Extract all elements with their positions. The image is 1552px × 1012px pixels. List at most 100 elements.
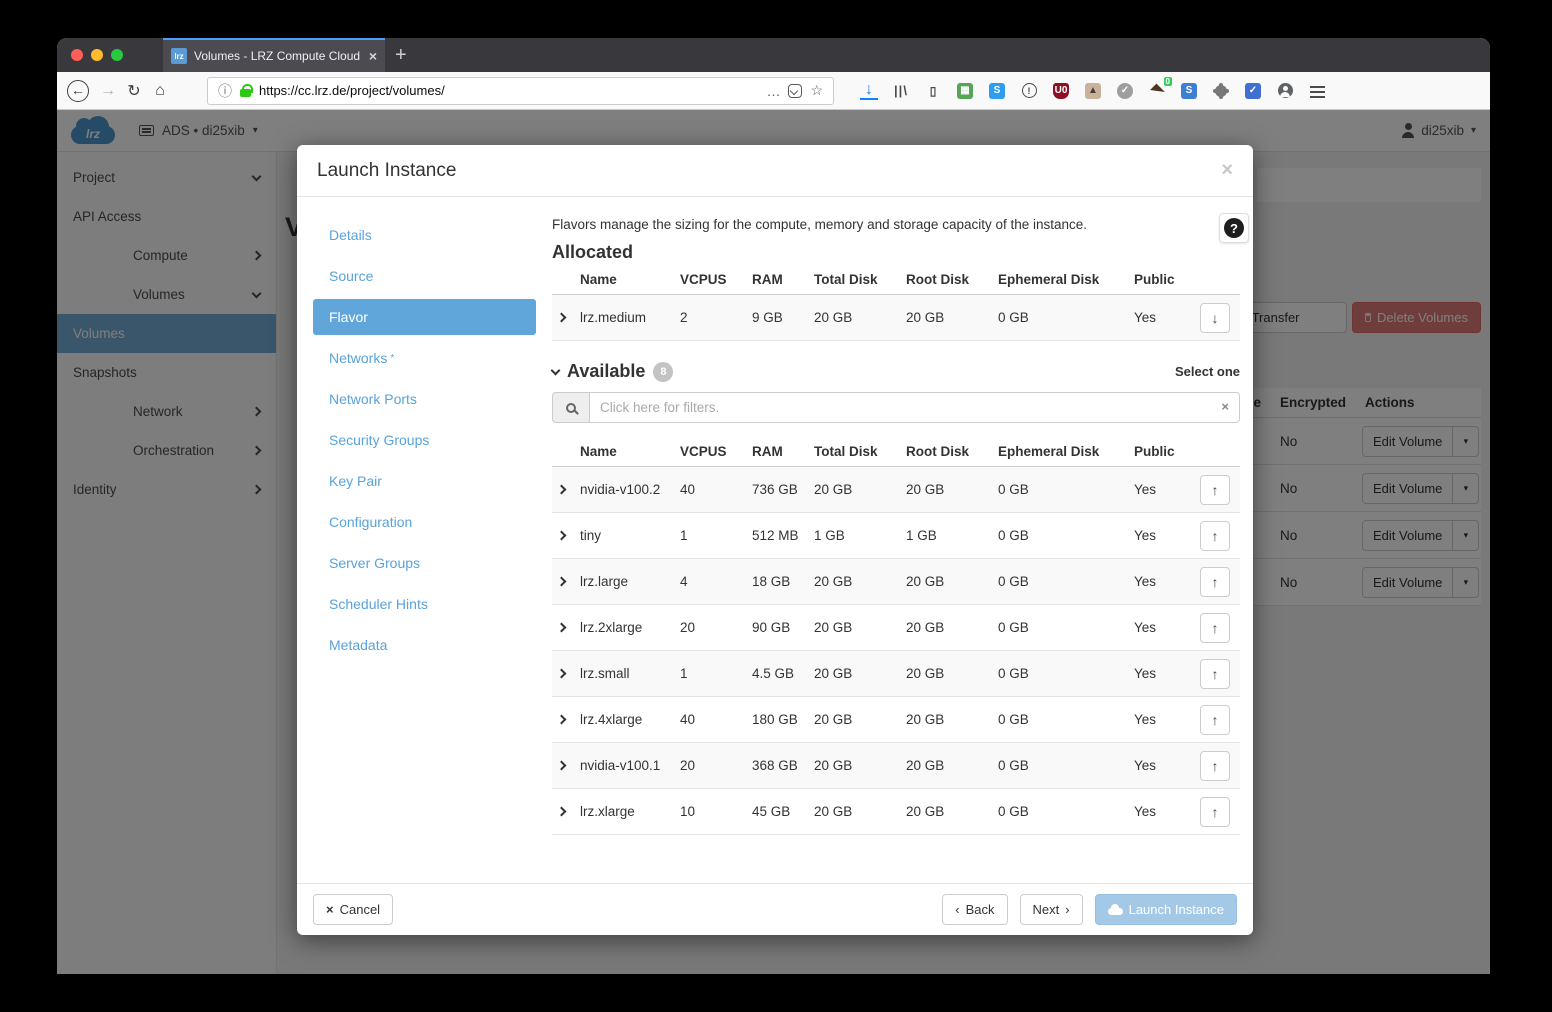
next-button[interactable]: Next › (1020, 894, 1083, 925)
expand-row-icon[interactable] (557, 313, 567, 323)
library-icon[interactable]: ||\ (892, 82, 910, 100)
filter-input[interactable] (589, 392, 1240, 423)
expand-row-icon[interactable] (557, 485, 567, 495)
browser-tab[interactable]: lrz Volumes - LRZ Compute Cloud × (163, 38, 385, 72)
ext-gear-icon[interactable] (1212, 82, 1230, 100)
flavor-name: lrz.large (580, 574, 680, 589)
sidebar-toggle-icon[interactable]: ▯ (924, 82, 942, 100)
expand-row-icon[interactable] (557, 715, 567, 725)
tab-title: Volumes - LRZ Compute Cloud (194, 49, 362, 63)
launch-instance-modal: Launch Instance × Details * Source * Fla… (297, 145, 1253, 935)
available-flavor-row: lrz.xlarge 10 45 GB 20 GB 20 GB 0 GB Yes… (552, 789, 1240, 835)
allocate-button[interactable]: ↑ (1200, 613, 1230, 643)
cloud-upload-icon (1108, 908, 1123, 915)
flavor-name: tiny (580, 528, 680, 543)
wizard-step[interactable]: Network Ports * (313, 381, 536, 417)
ext-quill-icon[interactable]: 0 (1148, 82, 1166, 100)
wizard-step[interactable]: Configuration * (313, 504, 536, 540)
modal-title: Launch Instance (317, 160, 456, 182)
flavor-name: lrz.4xlarge (580, 712, 680, 727)
account-icon[interactable] (1276, 82, 1294, 100)
browser-toolbar: ← → ↻ ⌂ ⓘ https://cc.lrz.de/project/volu… (57, 72, 1490, 110)
collapse-section-icon[interactable] (551, 365, 561, 375)
url-text[interactable]: https://cc.lrz.de/project/volumes/ (259, 83, 758, 98)
allocated-table: Name VCPUS RAM Total Disk Root Disk Ephe… (552, 265, 1240, 341)
available-table: Name VCPUS RAM Total Disk Root Disk Ephe… (552, 437, 1240, 835)
modal-close-icon[interactable]: × (1221, 159, 1233, 182)
menu-hamburger-icon[interactable] (1308, 82, 1326, 100)
window-minimize-button[interactable] (91, 49, 103, 61)
deallocate-button[interactable]: ↓ (1200, 303, 1230, 333)
flavor-name: lrz.small (580, 666, 680, 681)
pocket-icon[interactable] (788, 84, 802, 98)
ext-check-square-icon[interactable]: ✓ (1244, 82, 1262, 100)
page-actions-icon[interactable]: … (766, 83, 780, 99)
page-info-icon[interactable]: ⓘ (218, 81, 232, 101)
allocate-button[interactable]: ↑ (1200, 705, 1230, 735)
tab-close-icon[interactable]: × (369, 48, 377, 64)
allocate-button[interactable]: ↑ (1200, 659, 1230, 689)
wizard-step[interactable]: Security Groups * (313, 422, 536, 458)
wizard-step[interactable]: Source * (313, 258, 536, 294)
home-button-icon[interactable]: ⌂ (147, 82, 173, 100)
expand-row-icon[interactable] (557, 577, 567, 587)
available-flavor-row: nvidia-v100.1 20 368 GB 20 GB 20 GB 0 GB… (552, 743, 1240, 789)
allocated-flavor-row: lrz.medium 2 9 GB 20 GB 20 GB 0 GB Yes ↓ (552, 295, 1240, 341)
ext-photo-icon[interactable]: ▲ (1084, 82, 1102, 100)
wizard-step[interactable]: Key Pair * (313, 463, 536, 499)
available-flavor-row: tiny 1 512 MB 1 GB 1 GB 0 GB Yes ↑ (552, 513, 1240, 559)
flavor-filter: × (552, 392, 1240, 423)
downloads-icon[interactable]: ↓ (860, 82, 878, 100)
ext-green-grid-icon[interactable]: ▦ (956, 82, 974, 100)
expand-row-icon[interactable] (557, 623, 567, 633)
required-asterisk: * (390, 353, 394, 364)
available-flavor-row: lrz.4xlarge 40 180 GB 20 GB 20 GB 0 GB Y… (552, 697, 1240, 743)
clear-filter-icon[interactable]: × (1221, 399, 1229, 414)
ext-s-blue-icon[interactable]: S (988, 82, 1006, 100)
search-icon (552, 392, 589, 423)
bookmark-star-icon[interactable]: ☆ (810, 82, 823, 99)
allocate-button[interactable]: ↑ (1200, 797, 1230, 827)
window-close-button[interactable] (71, 49, 83, 61)
wizard-step[interactable]: Networks * (313, 340, 536, 376)
ext-ublock-shield-icon[interactable]: U0 (1052, 82, 1070, 100)
back-button[interactable]: ‹ Back (942, 894, 1007, 925)
wizard-step[interactable]: Server Groups * (313, 545, 536, 581)
url-bar[interactable]: ⓘ https://cc.lrz.de/project/volumes/ … ☆ (207, 77, 834, 105)
allocate-button[interactable]: ↑ (1200, 475, 1230, 505)
expand-row-icon[interactable] (557, 761, 567, 771)
page-content: lrz ADS • di25xib ▾ di25xib ▾ Project AP… (57, 110, 1490, 974)
reload-button-icon[interactable]: ↻ (121, 81, 147, 101)
cancel-button[interactable]: × Cancel (313, 894, 393, 925)
available-table-header: Name VCPUS RAM Total Disk Root Disk Ephe… (552, 437, 1240, 467)
wizard-step[interactable]: Details * (313, 217, 536, 253)
flavor-name: lrz.medium (580, 310, 680, 325)
ext-check-circle-icon[interactable]: ✓ (1116, 82, 1134, 100)
wizard-step[interactable]: Flavor * (313, 299, 536, 335)
expand-row-icon[interactable] (557, 807, 567, 817)
available-count-badge: 8 (653, 362, 673, 382)
select-hint: Select one (1175, 364, 1240, 379)
modal-footer: × Cancel ‹ Back Next › Launch Instance (297, 883, 1253, 935)
forward-button-icon[interactable]: → (95, 82, 121, 100)
wizard-step[interactable]: Scheduler Hints * (313, 586, 536, 622)
launch-instance-button[interactable]: Launch Instance (1095, 894, 1237, 925)
available-flavor-row: lrz.small 1 4.5 GB 20 GB 20 GB 0 GB Yes … (552, 651, 1240, 697)
new-tab-button[interactable]: + (395, 43, 407, 67)
expand-row-icon[interactable] (557, 531, 567, 541)
ext-s-square-icon[interactable]: S (1180, 82, 1198, 100)
allocate-button[interactable]: ↑ (1200, 751, 1230, 781)
allocate-button[interactable]: ↑ (1200, 521, 1230, 551)
allocate-button[interactable]: ↑ (1200, 567, 1230, 597)
title-bar: lrz Volumes - LRZ Compute Cloud × + (57, 38, 1490, 72)
question-mark-icon: ? (1224, 218, 1244, 238)
chevron-right-icon: › (1065, 902, 1069, 917)
available-flavor-row: lrz.2xlarge 20 90 GB 20 GB 20 GB 0 GB Ye… (552, 605, 1240, 651)
wizard-step[interactable]: Metadata * (313, 627, 536, 663)
expand-row-icon[interactable] (557, 669, 567, 679)
back-button-icon[interactable]: ← (67, 80, 89, 102)
ext-info-circle-icon[interactable]: ! (1020, 82, 1038, 100)
window-zoom-button[interactable] (111, 49, 123, 61)
https-lock-icon[interactable] (240, 89, 251, 97)
help-button[interactable]: ? (1219, 213, 1249, 243)
